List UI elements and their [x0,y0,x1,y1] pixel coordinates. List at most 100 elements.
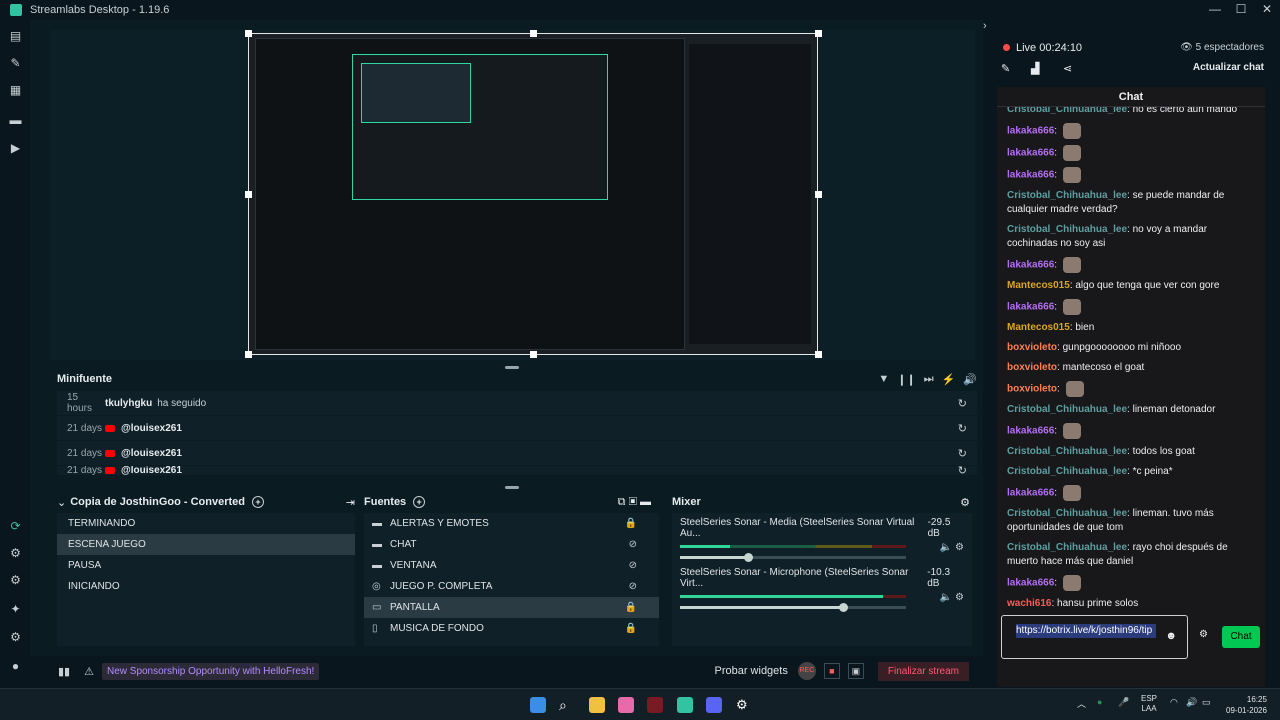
replay-icon[interactable]: ↻ [958,466,967,475]
scene-collection-title[interactable]: Copia de JosthinGoo - Converted [70,496,245,508]
chat-username[interactable]: Cristobal_Chihuahua_lee [1007,107,1127,115]
chevron-down-icon[interactable]: ⌄ [57,496,66,509]
end-stream-button[interactable]: Finalizar stream [877,661,969,681]
resize-handle[interactable] [530,351,537,358]
filter-icon[interactable]: ▼ [878,373,889,386]
emote-icon[interactable]: ☻ [1165,630,1177,642]
scene-item[interactable]: INICIANDO [57,576,355,597]
app-icon[interactable]: ⚙ [9,574,22,587]
replay-icon[interactable]: ↻ [958,447,967,460]
chat-username[interactable]: lakaka666 [1007,426,1054,437]
chat-username[interactable]: Mantecos015 [1007,322,1070,333]
chat-messages[interactable]: Cristobal_Chihuahua_lee: no es cierto au… [997,107,1265,609]
chat-username[interactable]: boxvioleto [1007,384,1057,395]
chat-send-button[interactable]: Chat [1222,626,1260,648]
stop-icon[interactable]: ■ [823,663,840,679]
scene-item[interactable]: PAUSA [57,555,355,576]
mute-icon[interactable]: 🔈 ⚙ [940,592,964,603]
eye-off-icon[interactable]: ⊘ [629,581,637,592]
resize-handle[interactable] [815,30,822,37]
mute-alerts-icon[interactable]: ⚡ [942,373,956,386]
studio-mode-icon[interactable]: ⟳ [9,520,22,533]
chat-username[interactable]: Cristobal_Chihuahua_lee [1007,508,1127,519]
lock-icon[interactable]: 🔒 [625,602,637,613]
resize-handle[interactable] [815,351,822,358]
gear-icon[interactable]: ⚙ [960,496,970,509]
resize-handle[interactable] [245,191,252,198]
themes-icon[interactable]: ✎ [9,57,22,70]
streamlabs-taskbar-icon[interactable] [677,697,693,713]
chat-username[interactable]: lakaka666 [1007,260,1054,271]
search-icon[interactable]: ⌕ [559,697,575,713]
chat-username[interactable]: boxvioleto [1007,362,1057,373]
scene-item[interactable]: ESCENA JUEGO [57,534,355,555]
editor-icon[interactable]: ▤ [9,30,22,43]
source-item[interactable]: ▬ VENTANA ⊘ [364,555,659,576]
stream-preview[interactable] [50,30,975,360]
chat-username[interactable]: Mantecos015 [1007,280,1070,291]
chat-username[interactable]: Cristobal_Chihuahua_lee [1007,466,1127,477]
performance-icon[interactable]: ▮▮ [58,665,70,678]
replay-icon[interactable]: ↻ [958,397,967,410]
source-item[interactable]: ▬ ALERTAS Y EMOTES 🔒 [364,513,659,534]
pause-icon[interactable]: ❙❙ [897,373,915,386]
source-item[interactable]: ▯ MUSICA DE FONDO 🔒 [364,618,659,639]
scene-item[interactable]: TERMINANDO [57,513,355,534]
photos-icon[interactable] [618,697,634,713]
profile-icon[interactable]: ● [9,660,22,673]
rec-button[interactable]: REC [797,662,816,680]
update-chat-button[interactable]: Actualizar chat [1193,62,1264,73]
source-item[interactable]: ▬ CHAT ⊘ [364,534,659,555]
source-item[interactable]: ▭ PANTALLA 🔒 [364,597,659,618]
chat-username[interactable]: lakaka666 [1007,170,1054,181]
source-item[interactable]: ◎ JUEGO P. COMPLETA ⊘ [364,576,659,597]
wifi-icon[interactable]: ◠ [1170,697,1178,708]
lock-icon[interactable]: 🔒 [625,623,637,634]
chat-settings-icon[interactable]: ⚙ [1199,629,1208,640]
volume-tray-icon[interactable]: 🔊 [1186,697,1197,708]
save-replay-icon[interactable]: ▣ [847,663,864,679]
file-explorer-icon[interactable] [589,697,605,713]
windows-start-icon[interactable] [530,697,546,713]
settings-icon[interactable]: ⚙ [9,631,22,644]
skip-icon[interactable]: ⏭ [924,373,934,386]
volume-knob[interactable] [743,553,753,562]
steam-icon[interactable]: ⚙ [736,697,752,713]
chat-username[interactable]: boxvioleto [1007,342,1057,353]
resize-handle[interactable] [245,30,252,37]
resize-handle[interactable] [245,351,252,358]
edit-icon[interactable]: ✎ [1001,62,1010,75]
layout-icon[interactable]: ⚙ [9,547,22,560]
battery-icon[interactable]: ▭ [1202,697,1211,708]
maximize-button[interactable]: ☐ [1228,0,1254,20]
mute-icon[interactable]: 🔈 ⚙ [940,542,964,553]
transition-icon[interactable]: ⇥ [346,496,355,509]
add-scene-button[interactable]: + [252,496,265,508]
chat-username[interactable]: Cristobal_Chihuahua_lee [1007,190,1127,201]
eye-off-icon[interactable]: ⊘ [629,560,637,571]
resize-handle[interactable] [815,191,822,198]
discord-icon[interactable] [706,697,722,713]
library-icon[interactable]: ▬ [9,114,22,127]
chat-username[interactable]: lakaka666 [1007,488,1054,499]
preview-source-frame[interactable] [248,33,818,355]
chat-username[interactable]: lakaka666 [1007,126,1054,137]
collapse-dock-icon[interactable]: › [983,20,987,32]
volume-icon[interactable]: 🔊 [963,373,977,386]
eye-off-icon[interactable]: ⊘ [629,539,637,550]
resize-handle[interactable] [530,30,537,37]
language-indicator[interactable]: ESP LAA [1141,694,1157,714]
chat-username[interactable]: wachi616 [1007,598,1051,609]
chat-username[interactable]: Cristobal_Chihuahua_lee [1007,446,1127,457]
clock[interactable]: 16:25 09-01-2026 [1226,694,1267,716]
chat-username[interactable]: Cristobal_Chihuahua_lee [1007,404,1127,415]
chat-username[interactable]: lakaka666 [1007,148,1054,159]
opera-icon[interactable] [647,697,663,713]
dashboard-icon[interactable]: ▟ [1031,62,1039,75]
chat-username[interactable]: Cristobal_Chihuahua_lee [1007,224,1127,235]
lock-icon[interactable]: 🔒 [625,518,637,529]
chat-username[interactable]: Cristobal_Chihuahua_lee [1007,542,1127,553]
replay-icon[interactable]: ↻ [958,422,967,435]
dock-resize-bar[interactable] [505,486,519,489]
chevron-up-icon[interactable]: ︿ [1077,697,1086,710]
